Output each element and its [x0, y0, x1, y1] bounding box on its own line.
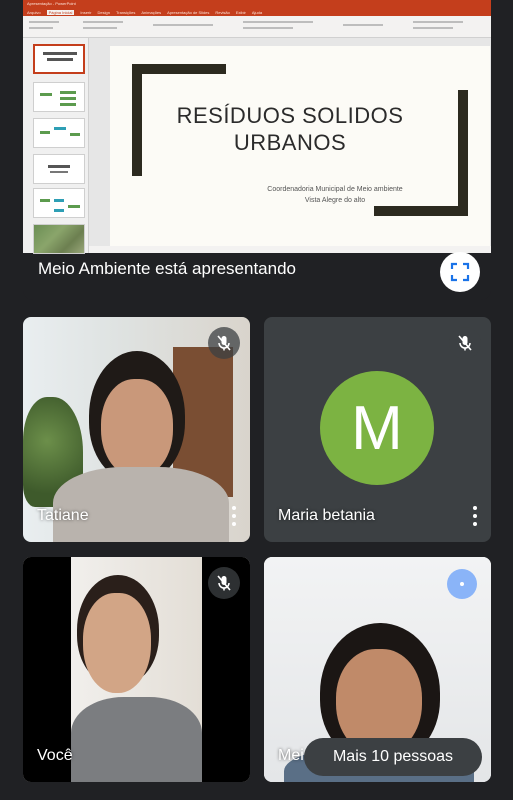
more-options-button[interactable] — [469, 504, 481, 528]
ppt-tab: Exibir — [235, 9, 246, 15]
fullscreen-icon — [450, 262, 470, 282]
slide-title: RESÍDUOS SOLIDOS URBANOS — [176, 103, 404, 155]
ppt-workspace: RESÍDUOS SOLIDOS URBANOS Coordenadoria M… — [23, 38, 491, 254]
mic-muted-indicator — [208, 567, 240, 599]
presenter-caption: Meio Ambiente está apresentando — [38, 259, 297, 278]
slide-thumbnail — [33, 188, 85, 218]
slide-thumbnail — [33, 154, 85, 184]
more-vert-icon — [232, 506, 236, 510]
ppt-tab: Animações — [141, 9, 162, 15]
slide-thumbnail — [33, 44, 85, 74]
participant-name: Tatiane — [37, 507, 89, 524]
ppt-ribbon-tabs: Arquivo Página Inicial Inserir Design Tr… — [23, 8, 491, 16]
slide-thumbnail — [33, 82, 85, 112]
ppt-tab: Arquivo — [27, 9, 41, 15]
mic-muted-indicator — [208, 327, 240, 359]
slide-subtitle: Coordenadoria Municipal de Meio ambiente… — [250, 184, 420, 206]
mic-off-icon — [217, 575, 231, 591]
participant-tile-tatiane[interactable]: Tatiane — [23, 317, 250, 542]
ppt-status-bar — [89, 246, 491, 253]
participant-face — [83, 593, 151, 693]
ppt-tab-active: Página Inicial — [46, 9, 75, 15]
ppt-tab: Design — [97, 9, 110, 15]
mic-muted-indicator — [449, 327, 481, 359]
slide-subtitle-line: Coordenadoria Municipal de Meio ambiente — [267, 186, 403, 193]
participant-tile-maria-betania[interactable]: M Maria betania — [264, 317, 491, 542]
ppt-tab: Ajuda — [251, 9, 263, 15]
ppt-tab: Inserir — [80, 9, 92, 15]
more-people-button[interactable]: Mais 10 pessoas — [304, 738, 482, 776]
ppt-ribbon — [23, 16, 491, 38]
slide-thumbnail — [33, 224, 85, 254]
ppt-tab: Apresentação de Slides — [167, 9, 210, 15]
slide-thumbnails — [23, 38, 89, 254]
shared-screen: Apresentação - PowerPoint Arquivo Página… — [23, 0, 491, 254]
ppt-tab: Revisão — [215, 9, 230, 15]
participant-face — [101, 379, 173, 477]
slide-subtitle-line: Vista Alegre do alto — [304, 197, 366, 204]
mic-off-icon — [458, 335, 472, 351]
participant-name: Você — [37, 747, 73, 764]
speaking-indicator — [447, 569, 477, 599]
participant-name: Mei — [278, 747, 304, 764]
audio-level-icon — [460, 582, 464, 586]
mic-off-icon — [217, 335, 231, 351]
ppt-window-title: Apresentação - PowerPoint — [23, 0, 491, 8]
more-vert-icon — [473, 506, 477, 510]
participant-name: Maria betania — [278, 507, 375, 524]
presentation-panel[interactable]: Apresentação - PowerPoint Arquivo Página… — [23, 0, 491, 300]
ppt-tab: Transições — [115, 9, 136, 15]
more-options-button[interactable] — [228, 504, 240, 528]
current-slide: RESÍDUOS SOLIDOS URBANOS Coordenadoria M… — [110, 46, 490, 246]
participant-tile-self[interactable]: Você — [23, 557, 250, 782]
slide-thumbnail — [33, 118, 85, 148]
fullscreen-button[interactable] — [440, 252, 480, 292]
avatar: M — [320, 371, 434, 485]
